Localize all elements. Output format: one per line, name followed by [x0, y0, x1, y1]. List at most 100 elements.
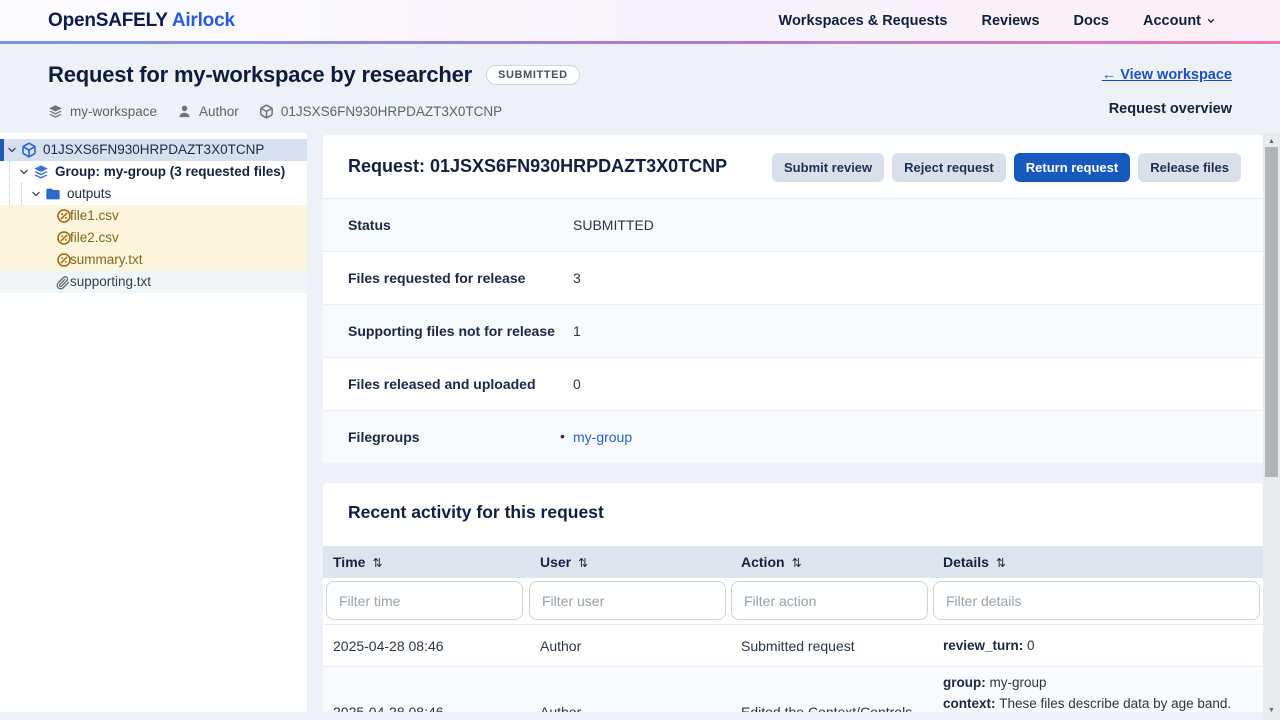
- meta-workspace-label: my-workspace: [70, 104, 157, 119]
- activity-details: groupmy-group: [943, 675, 1047, 690]
- tree-item-label: 01JSXS6FN930HRPDAZT3X0TCNP: [43, 139, 264, 161]
- activity-details: contextThese files describe data by age …: [943, 696, 1231, 711]
- user-icon: [177, 104, 192, 119]
- tree-item-supporting[interactable]: supporting.txt: [0, 271, 307, 293]
- view-workspace-link[interactable]: ← View workspace: [1102, 67, 1232, 83]
- sort-icon[interactable]: ⇅: [372, 556, 382, 570]
- nav-items: Workspaces & Requests Reviews Docs Accou…: [779, 13, 1216, 29]
- field-row-filegroups: Filegroups • my-group: [323, 410, 1263, 463]
- tree-item-label: outputs: [67, 183, 111, 205]
- column-header-user[interactable]: User⇅: [540, 546, 588, 578]
- column-header-action[interactable]: Action⇅: [741, 546, 802, 578]
- field-value: SUBMITTED: [573, 217, 654, 233]
- vertical-scrollbar[interactable]: ▲ ▼: [1263, 133, 1280, 720]
- tree-item-label: supporting.txt: [70, 271, 151, 293]
- layers-icon: [48, 104, 63, 119]
- filter-time-input[interactable]: [326, 581, 523, 620]
- column-header-details[interactable]: Details⇅: [943, 546, 1006, 578]
- nav-workspaces-requests[interactable]: Workspaces & Requests: [779, 13, 948, 29]
- status-badge: SUBMITTED: [486, 65, 580, 85]
- field-row-files-requested: Files requested for release 3: [323, 251, 1263, 304]
- horizontal-scrollbar-track[interactable]: [0, 712, 1263, 720]
- chevron-down-icon[interactable]: [30, 188, 42, 200]
- activity-title: Recent activity for this request: [348, 502, 604, 523]
- tree-item-request-root[interactable]: 01JSXS6FN930HRPDAZT3X0TCNP: [0, 139, 307, 161]
- field-label: Supporting files not for release: [348, 323, 555, 339]
- tree-item-file1[interactable]: file1.csv: [0, 205, 307, 227]
- nav-reviews[interactable]: Reviews: [981, 13, 1039, 29]
- field-label: Files released and uploaded: [348, 376, 536, 392]
- meta-workspace: my-workspace: [48, 104, 157, 119]
- page-title: Request for my-workspace by researcher: [48, 62, 472, 88]
- field-label: Status: [348, 217, 391, 233]
- chevron-down-icon[interactable]: [18, 166, 30, 178]
- recent-activity-card: Recent activity for this request Time⇅ U…: [323, 483, 1263, 720]
- nav-docs[interactable]: Docs: [1074, 13, 1109, 29]
- activity-user: Author: [540, 638, 581, 654]
- scrollbar-thumb[interactable]: [1265, 147, 1278, 477]
- field-value: 0: [573, 376, 581, 392]
- tree-item-file2[interactable]: file2.csv: [0, 227, 307, 249]
- tree-item-label: summary.txt: [70, 249, 143, 271]
- meta-author: Author: [177, 104, 239, 119]
- field-row-supporting-files: Supporting files not for release 1: [323, 304, 1263, 357]
- activity-row: 2025-04-28 08:46 Author Submitted reques…: [323, 624, 1263, 666]
- request-meta: my-workspace Author 01JSXS6FN930HRPDAZT3…: [48, 104, 580, 119]
- tree-item-group[interactable]: Group: my-group (3 requested files): [0, 161, 307, 183]
- brand-secondary: Airlock: [172, 10, 235, 31]
- tree-item-summary[interactable]: summary.txt: [0, 249, 307, 271]
- request-overview-label: Request overview: [1102, 101, 1232, 117]
- field-row-status: Status SUBMITTED: [323, 198, 1263, 251]
- folder-icon: [45, 186, 61, 202]
- field-label: Filegroups: [348, 429, 420, 445]
- cube-icon: [259, 104, 274, 119]
- nav-account-menu[interactable]: Account: [1143, 13, 1216, 29]
- top-navbar: OpenSAFELY Airlock Workspaces & Requests…: [0, 0, 1280, 41]
- reject-request-button[interactable]: Reject request: [892, 153, 1006, 182]
- paperclip-icon: [56, 275, 70, 291]
- filter-action-input[interactable]: [731, 581, 928, 620]
- meta-request-id: 01JSXS6FN930HRPDAZT3X0TCNP: [259, 104, 502, 119]
- field-value: 3: [573, 270, 581, 286]
- activity-details: review_turn0: [943, 638, 1035, 653]
- field-row-files-released: Files released and uploaded 0: [323, 357, 1263, 410]
- filter-details-input[interactable]: [933, 581, 1260, 620]
- scroll-down-arrow[interactable]: ▼: [1263, 704, 1280, 718]
- sort-icon[interactable]: ⇅: [578, 556, 588, 570]
- chevron-down-icon: [1206, 16, 1216, 26]
- request-fields: Status SUBMITTED Files requested for rel…: [323, 198, 1263, 463]
- field-label: Files requested for release: [348, 270, 525, 286]
- tree-item-label: file1.csv: [70, 205, 119, 227]
- meta-request-id-label: 01JSXS6FN930HRPDAZT3X0TCNP: [281, 104, 502, 119]
- brand-primary: OpenSAFELY: [48, 10, 167, 31]
- nav-account-label: Account: [1143, 13, 1201, 29]
- activity-filter-row: [323, 578, 1263, 624]
- tree-item-outputs-folder[interactable]: outputs: [0, 183, 307, 205]
- return-request-button[interactable]: Return request: [1014, 153, 1130, 182]
- tree-item-label: Group: my-group (3 requested files): [55, 161, 285, 183]
- sort-icon[interactable]: ⇅: [996, 556, 1006, 570]
- bullet: •: [560, 428, 565, 444]
- activity-time: 2025-04-28 08:46: [333, 638, 444, 654]
- cube-icon: [21, 142, 37, 158]
- filegroup-link[interactable]: my-group: [573, 429, 632, 445]
- activity-table-header: Time⇅ User⇅ Action⇅ Details⇅: [323, 546, 1263, 578]
- filter-user-input[interactable]: [529, 581, 726, 620]
- request-detail-card: Request: 01JSXS6FN930HRPDAZT3X0TCNP Subm…: [323, 135, 1263, 463]
- chevron-down-icon[interactable]: [6, 144, 18, 156]
- activity-action: Submitted request: [741, 638, 855, 654]
- submit-review-button[interactable]: Submit review: [772, 153, 884, 182]
- file-tree-sidebar: 01JSXS6FN930HRPDAZT3X0TCNP Group: my-gro…: [0, 133, 307, 712]
- sort-icon[interactable]: ⇅: [792, 556, 802, 570]
- meta-author-label: Author: [199, 104, 239, 119]
- request-card-title: Request: 01JSXS6FN930HRPDAZT3X0TCNP: [348, 156, 727, 177]
- release-files-button[interactable]: Release files: [1138, 153, 1241, 182]
- field-value: 1: [573, 323, 581, 339]
- page-header: Request for my-workspace by researcher S…: [0, 44, 1280, 133]
- column-header-time[interactable]: Time⇅: [333, 546, 383, 578]
- airlock-app: OpenSAFELY Airlock Workspaces & Requests…: [0, 0, 1280, 720]
- tree-item-label: file2.csv: [70, 227, 119, 249]
- request-actions: Submit review Reject request Return requ…: [772, 153, 1241, 182]
- brand-logo[interactable]: OpenSAFELY Airlock: [48, 10, 235, 32]
- layers-icon: [33, 164, 49, 180]
